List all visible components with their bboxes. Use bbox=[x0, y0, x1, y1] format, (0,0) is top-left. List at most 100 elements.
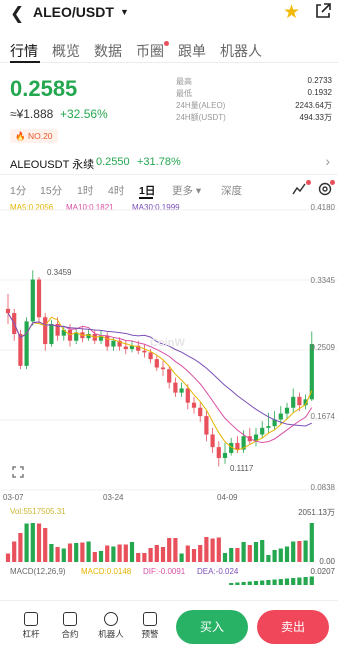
dea-value: DEA:-0.024 bbox=[197, 567, 239, 576]
volume-bar bbox=[129, 542, 135, 562]
candle bbox=[30, 279, 35, 322]
back-icon[interactable]: ❮ bbox=[10, 4, 24, 24]
candle bbox=[278, 413, 283, 420]
volume-bar bbox=[309, 523, 314, 562]
volume-bar bbox=[36, 523, 42, 562]
volume-bar bbox=[49, 544, 54, 562]
tab-robot[interactable]: 机器人 bbox=[220, 41, 262, 61]
macd-bar bbox=[284, 578, 290, 585]
volume-bar bbox=[43, 528, 48, 562]
stat-high-value: 0.2733 bbox=[307, 76, 332, 85]
macd-bar bbox=[266, 580, 271, 585]
app-root: ❮ ALEO/USDT ▼ ★ 行情 概览 数据 币圈 跟单 机器人 0.258… bbox=[0, 0, 338, 650]
macd-bar bbox=[253, 581, 259, 585]
robot-label: 机器人 bbox=[98, 629, 124, 639]
buy-button[interactable]: 买入 bbox=[176, 610, 248, 644]
stat-vol-value: 2243.64万 bbox=[295, 101, 332, 110]
watermark-logo: CoinW bbox=[150, 337, 185, 349]
candle bbox=[18, 333, 23, 366]
candle bbox=[291, 396, 296, 408]
notification-dot bbox=[330, 180, 335, 185]
volume-bar bbox=[61, 548, 66, 562]
candle bbox=[167, 369, 172, 383]
stat-low-value: 0.1932 bbox=[307, 88, 332, 97]
volume-bar bbox=[142, 553, 147, 562]
volume-bar bbox=[167, 538, 172, 562]
alert-button[interactable]: 预警 bbox=[135, 612, 165, 640]
candle bbox=[204, 416, 209, 435]
volume-bar bbox=[235, 548, 240, 562]
candle bbox=[191, 402, 197, 408]
macd-bar bbox=[309, 576, 314, 585]
volume-max: 2051.13万 bbox=[298, 508, 335, 517]
volume-bar bbox=[185, 545, 190, 562]
volume-bar bbox=[30, 523, 35, 562]
candle bbox=[43, 317, 48, 345]
fullscreen-icon[interactable] bbox=[12, 466, 24, 478]
macd-bar bbox=[247, 581, 252, 585]
robot-button[interactable]: 机器人 bbox=[96, 612, 126, 640]
futures-button[interactable]: 合约 bbox=[55, 612, 85, 640]
tab-market[interactable]: 行情 bbox=[10, 41, 38, 61]
volume-bar bbox=[173, 538, 178, 562]
volume-bar bbox=[80, 542, 85, 562]
volume-bar bbox=[74, 543, 79, 562]
share-icon[interactable] bbox=[314, 2, 332, 20]
ma-line-20 bbox=[7, 312, 313, 427]
volume-bar bbox=[303, 540, 308, 562]
x-tick-3: 04-09 bbox=[217, 493, 238, 502]
volume-bar bbox=[216, 537, 221, 562]
volume-bar bbox=[24, 523, 29, 562]
volume-bar bbox=[204, 537, 209, 562]
margin-button[interactable]: 杠杆 bbox=[16, 612, 46, 640]
tab-data[interactable]: 数据 bbox=[94, 41, 122, 61]
futures-label: 合约 bbox=[61, 629, 79, 639]
stat-amount-label: 24H额(USDT) bbox=[176, 113, 226, 122]
favorite-star-icon[interactable]: ★ bbox=[283, 1, 300, 24]
divider bbox=[0, 174, 338, 175]
candle bbox=[49, 323, 54, 345]
volume-bar bbox=[136, 553, 141, 562]
margin-icon bbox=[24, 612, 38, 626]
y-tick-1: 0.4180 bbox=[310, 203, 335, 212]
volume-bar bbox=[86, 541, 91, 562]
notification-dot bbox=[306, 180, 311, 185]
macd-bar bbox=[303, 577, 308, 585]
volume-bar bbox=[210, 538, 215, 562]
volume-bar bbox=[111, 546, 116, 562]
macd-axis-label: 0.0207 bbox=[310, 567, 335, 576]
candle bbox=[297, 396, 302, 406]
volume-bar bbox=[222, 553, 228, 562]
perpetual-price: 0.2550 bbox=[96, 156, 130, 168]
top-bar: ❮ ALEO/USDT ▼ ★ bbox=[0, 0, 338, 26]
candle bbox=[105, 335, 110, 347]
tab-community[interactable]: 币圈 bbox=[136, 41, 164, 61]
volume-bar bbox=[291, 541, 296, 562]
volume-bar bbox=[229, 548, 234, 562]
tab-copy-trade[interactable]: 跟单 bbox=[178, 41, 206, 61]
chevron-down-icon[interactable]: ▼ bbox=[120, 7, 129, 17]
macd-bar bbox=[241, 582, 246, 585]
candle bbox=[185, 388, 190, 403]
volume-bar bbox=[247, 545, 252, 562]
candle bbox=[123, 346, 128, 350]
pair-title[interactable]: ALEO/USDT bbox=[33, 4, 114, 20]
volume-chart bbox=[5, 523, 314, 562]
chevron-right-icon[interactable]: › bbox=[325, 153, 330, 169]
perpetual-name[interactable]: ALEOUSDT 永续 bbox=[10, 156, 94, 172]
macd-bar bbox=[297, 577, 302, 585]
candle bbox=[148, 352, 153, 360]
macd-bar bbox=[291, 578, 296, 585]
robot-icon bbox=[104, 612, 118, 626]
price-change: +32.56% bbox=[60, 107, 108, 121]
macd-bar bbox=[272, 579, 277, 585]
low-annotation: 0.1117 bbox=[230, 464, 254, 473]
candle bbox=[216, 447, 221, 458]
candle bbox=[173, 382, 178, 393]
candle bbox=[235, 442, 240, 450]
sell-button[interactable]: 卖出 bbox=[257, 610, 329, 644]
tab-overview[interactable]: 概览 bbox=[52, 41, 80, 61]
volume-label: Vol:5517505.31 bbox=[10, 507, 66, 516]
volume-bar bbox=[5, 553, 11, 562]
indicator-icon[interactable] bbox=[292, 182, 306, 196]
